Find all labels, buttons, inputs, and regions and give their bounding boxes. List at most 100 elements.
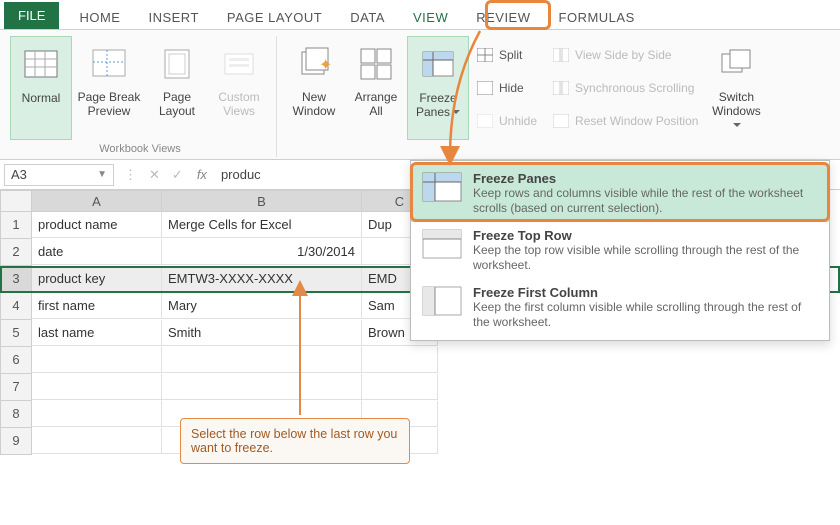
svg-text:✦: ✦ xyxy=(319,57,332,74)
row-header[interactable]: 3 xyxy=(0,266,32,293)
freeze-panes-label: Freeze Panes xyxy=(410,91,466,121)
page-layout-label: Page Layout xyxy=(148,90,206,120)
cell[interactable] xyxy=(32,428,162,454)
column-header-b[interactable]: B xyxy=(162,190,362,212)
select-all-corner[interactable] xyxy=(0,190,32,212)
cell[interactable] xyxy=(162,347,362,373)
cell[interactable] xyxy=(162,374,362,400)
cell[interactable]: Smith xyxy=(162,320,362,346)
dropdown-title: Freeze Panes xyxy=(473,171,819,186)
dropdown-title: Freeze First Column xyxy=(473,285,819,300)
ribbon: Normal Page Break Preview Page Layout Cu… xyxy=(0,30,840,160)
page-break-label: Page Break Preview xyxy=(74,90,144,120)
row-header[interactable]: 9 xyxy=(0,428,32,455)
name-box[interactable]: A3 ▼ xyxy=(4,164,114,186)
page-layout-icon xyxy=(159,46,195,82)
cell[interactable] xyxy=(32,374,162,400)
tab-insert[interactable]: INSERT xyxy=(134,4,212,29)
dropdown-title: Freeze Top Row xyxy=(473,228,819,243)
tab-view[interactable]: VIEW xyxy=(399,4,462,29)
fx-label[interactable]: fx xyxy=(189,167,215,182)
cell[interactable] xyxy=(32,401,162,427)
cell[interactable]: Mary xyxy=(162,293,362,319)
normal-view-button[interactable]: Normal xyxy=(10,36,72,140)
table-row: 6 xyxy=(0,347,840,374)
new-window-label: New Window xyxy=(285,90,343,120)
freeze-first-column-icon xyxy=(421,285,463,317)
ribbon-group-window: ✦ New Window Arrange All Freeze Panes Sp… xyxy=(277,36,772,157)
cell[interactable]: 1/30/2014 xyxy=(162,239,362,265)
view-side-by-side-button[interactable]: View Side by Side xyxy=(549,45,702,65)
reset-window-position-button[interactable]: Reset Window Position xyxy=(549,111,702,131)
row-header[interactable]: 4 xyxy=(0,293,32,320)
table-row: 8 xyxy=(0,401,840,428)
cancel-formula-icon[interactable]: ✕ xyxy=(143,167,166,183)
cell[interactable]: date xyxy=(32,239,162,265)
freeze-panes-dropdown: Freeze PanesKeep rows and columns visibl… xyxy=(410,160,830,341)
side-by-side-icon xyxy=(553,48,569,62)
freeze-top-row-option[interactable]: Freeze Top RowKeep the top row visible w… xyxy=(411,222,829,279)
tab-home[interactable]: HOME xyxy=(65,4,134,29)
row-header[interactable]: 6 xyxy=(0,347,32,374)
cell[interactable]: first name xyxy=(32,293,162,319)
annotation-callout: Select the row below the last row you wa… xyxy=(180,418,410,464)
row-header[interactable]: 2 xyxy=(0,239,32,266)
freeze-panes-button[interactable]: Freeze Panes xyxy=(407,36,469,140)
freeze-first-column-option[interactable]: Freeze First ColumnKeep the first column… xyxy=(411,279,829,336)
workbook-views-group-label: Workbook Views xyxy=(99,142,181,157)
table-row: 7 xyxy=(0,374,840,401)
column-header-a[interactable]: A xyxy=(32,190,162,212)
tab-page-layout[interactable]: PAGE LAYOUT xyxy=(213,4,336,29)
tab-strip: FILE HOME INSERT PAGE LAYOUT DATA VIEW R… xyxy=(0,0,840,30)
cell[interactable] xyxy=(362,374,438,400)
chevron-down-icon xyxy=(452,110,460,118)
dropdown-desc: Keep the top row visible while scrolling… xyxy=(473,243,819,273)
chevron-down-icon[interactable]: ▼ xyxy=(97,169,107,180)
freeze-panes-icon xyxy=(420,47,456,83)
tab-review[interactable]: REVIEW xyxy=(462,4,544,29)
hide-button[interactable]: Hide xyxy=(473,78,541,98)
synchronous-scrolling-button[interactable]: Synchronous Scrolling xyxy=(549,78,702,98)
cell[interactable]: product key xyxy=(32,266,162,292)
unhide-button[interactable]: Unhide xyxy=(473,111,541,131)
arrange-all-label: Arrange All xyxy=(347,90,405,120)
ribbon-group-workbook-views: Normal Page Break Preview Page Layout Cu… xyxy=(4,36,277,157)
cell[interactable]: last name xyxy=(32,320,162,346)
row-header[interactable]: 1 xyxy=(0,212,32,239)
window-small-buttons-2: View Side by Side Synchronous Scrolling … xyxy=(545,36,706,140)
custom-views-button[interactable]: Custom Views xyxy=(208,36,270,140)
window-small-buttons-1: Split Hide Unhide xyxy=(469,36,545,140)
dropdown-desc: Keep the first column visible while scro… xyxy=(473,300,819,330)
switch-windows-icon xyxy=(718,46,754,82)
cell[interactable]: Merge Cells for Excel xyxy=(162,212,362,238)
accept-formula-icon[interactable]: ✓ xyxy=(166,167,189,183)
reset-pos-icon xyxy=(553,114,569,128)
cell[interactable]: EMTW3-XXXX-XXXX xyxy=(162,266,362,292)
chevron-down-icon xyxy=(733,123,741,131)
split-icon xyxy=(477,48,493,62)
tab-formulas[interactable]: FORMULAS xyxy=(545,4,649,29)
freeze-panes-option[interactable]: Freeze PanesKeep rows and columns visibl… xyxy=(411,165,829,222)
arrange-all-button[interactable]: Arrange All xyxy=(345,36,407,140)
hide-icon xyxy=(477,81,493,95)
cell[interactable] xyxy=(32,347,162,373)
row-header[interactable]: 5 xyxy=(0,320,32,347)
custom-views-icon xyxy=(221,46,257,82)
tab-file[interactable]: FILE xyxy=(4,2,59,29)
row-header[interactable]: 8 xyxy=(0,401,32,428)
page-break-preview-button[interactable]: Page Break Preview xyxy=(72,36,146,140)
new-window-button[interactable]: ✦ New Window xyxy=(283,36,345,140)
cell[interactable]: product name xyxy=(32,212,162,238)
page-break-icon xyxy=(91,46,127,82)
split-button[interactable]: Split xyxy=(473,45,541,65)
switch-windows-label: Switch Windows xyxy=(708,90,764,132)
freeze-top-row-icon xyxy=(421,228,463,260)
page-layout-button[interactable]: Page Layout xyxy=(146,36,208,140)
new-window-icon: ✦ xyxy=(296,46,332,82)
cell[interactable] xyxy=(362,347,438,373)
dropdown-desc: Keep rows and columns visible while the … xyxy=(473,186,819,216)
tab-data[interactable]: DATA xyxy=(336,4,399,29)
switch-windows-button[interactable]: Switch Windows xyxy=(706,36,766,140)
row-header[interactable]: 7 xyxy=(0,374,32,401)
grid-icon xyxy=(23,47,59,83)
